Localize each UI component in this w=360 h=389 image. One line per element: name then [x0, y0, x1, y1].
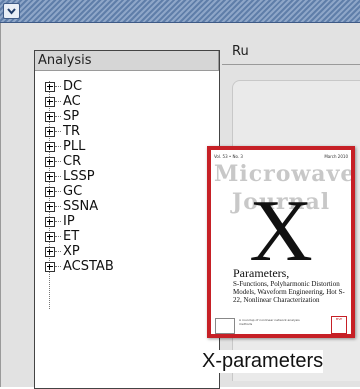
pane-border [0, 23, 1, 387]
magazine-badge: MVP [331, 316, 347, 334]
tree-connector [55, 191, 61, 193]
tree-item-label: SP [63, 109, 80, 124]
tree-connector [55, 86, 61, 88]
tree-item-label: SSNA [63, 199, 99, 214]
magazine-volume: Vol. 53 • No. 3 [214, 154, 243, 159]
right-tab-label[interactable]: Ru [232, 44, 249, 59]
tree-header[interactable]: Analysis [35, 51, 219, 71]
tree-connector [55, 101, 61, 103]
tree-connector [55, 161, 61, 163]
window-titlebar [0, 0, 360, 23]
expand-icon[interactable] [45, 247, 55, 257]
expand-icon[interactable] [45, 142, 55, 152]
expand-icon[interactable] [45, 157, 55, 167]
tree-item-label: ET [63, 229, 80, 244]
tree-connector [55, 131, 61, 133]
tree-item-label: TR [63, 124, 80, 139]
expand-icon[interactable] [45, 217, 55, 227]
analysis-tree: Analysis DC AC SP TR PLL CR LSSP GC SSNA IP ET XP AC… [34, 50, 220, 389]
magazine-logo [215, 318, 235, 334]
right-tab-divider [222, 64, 360, 65]
tree-connector [55, 116, 61, 118]
expand-icon[interactable] [45, 97, 55, 107]
tree-connector [55, 146, 61, 148]
expand-icon[interactable] [45, 127, 55, 137]
expand-icon[interactable] [45, 112, 55, 122]
expand-icon[interactable] [45, 172, 55, 182]
magazine-subtitle: S-Functions, Polyharmonic Distortion Mod… [233, 280, 345, 304]
tree-connector [55, 176, 61, 178]
tree-item-label: XP [63, 244, 80, 259]
tree-item-label: IP [63, 214, 75, 229]
tree-item-label: AC [63, 94, 81, 109]
tree-connector [55, 221, 61, 223]
expand-icon[interactable] [45, 262, 55, 272]
magazine-cover-text: Parameters, S-Functions, Polyharmonic Di… [233, 266, 345, 305]
tree-connector [55, 266, 61, 268]
magazine-footer: A roundup of nonlinear network analysis … [239, 318, 300, 326]
tree-item-label: PLL [63, 139, 86, 154]
magazine-headline: Parameters, [233, 266, 290, 280]
magazine-cover: Vol. 53 • No. 3 March 2010 Microwave Jou… [207, 146, 355, 338]
tree-item-label: GC [63, 184, 83, 199]
magazine-page: Vol. 53 • No. 3 March 2010 Microwave Jou… [211, 150, 351, 334]
chevron-down-icon [7, 8, 16, 15]
expand-icon[interactable] [45, 82, 55, 92]
magazine-date: March 2010 [324, 154, 348, 159]
tree-item-label: ACSTAB [63, 259, 114, 274]
magazine-big-letter: X [249, 183, 313, 280]
tree-item-label: CR [63, 154, 82, 169]
tree-item-label: DC [63, 79, 83, 94]
expand-icon[interactable] [45, 232, 55, 242]
tree-connector [55, 251, 61, 253]
tree-connector [55, 206, 61, 208]
image-caption: X-parameters [202, 350, 324, 373]
tree-item-label: LSSP [63, 169, 95, 184]
tree-connector [55, 236, 61, 238]
magazine-issue-line: Vol. 53 • No. 3 March 2010 [214, 154, 348, 159]
window-menu-button[interactable] [3, 3, 20, 19]
expand-icon[interactable] [45, 187, 55, 197]
expand-icon[interactable] [45, 202, 55, 212]
